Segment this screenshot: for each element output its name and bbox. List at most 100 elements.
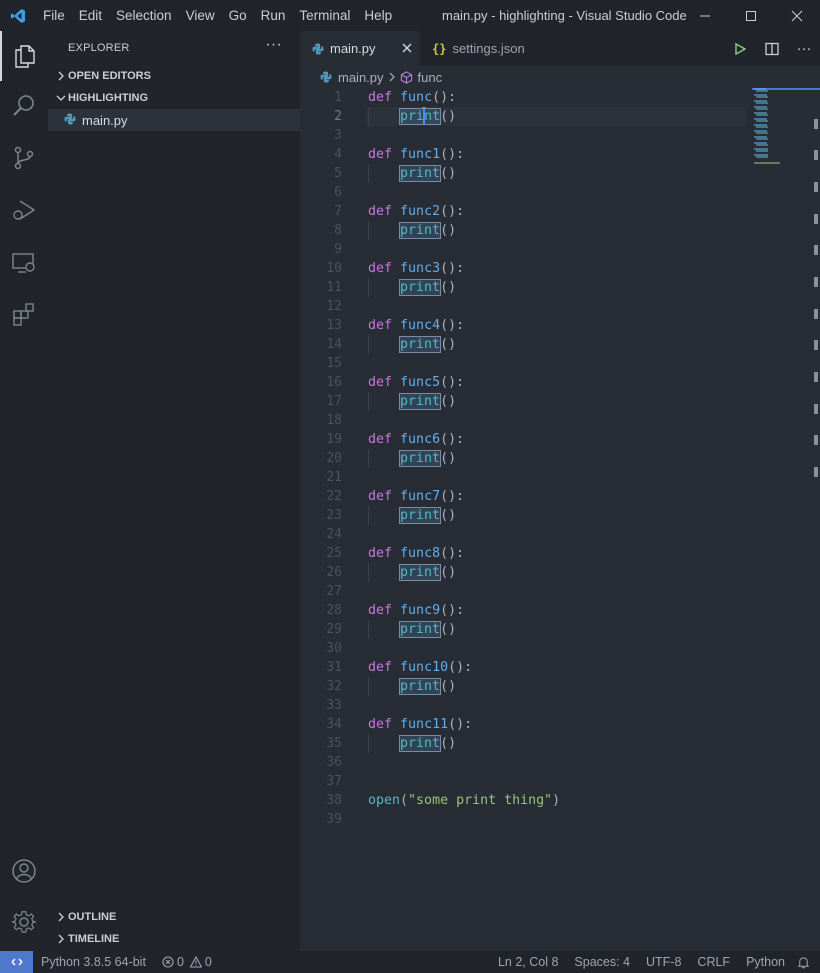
line-text: print()	[368, 677, 456, 696]
timeline-section[interactable]: TIMELINE	[48, 928, 300, 950]
line-number: 35	[326, 736, 342, 751]
line-text: def func1():	[368, 145, 464, 164]
code-line[interactable]: 33	[300, 696, 750, 715]
breadcrumb-symbol[interactable]: func	[418, 70, 443, 85]
code-line[interactable]: 9	[300, 240, 750, 259]
settings-gear-icon[interactable]	[0, 897, 48, 947]
vertical-scrollbar[interactable]	[806, 88, 820, 951]
code-line[interactable]: 5 print()	[300, 164, 750, 183]
code-line[interactable]: 16 def func5():	[300, 373, 750, 392]
encoding[interactable]: UTF-8	[638, 951, 689, 973]
code-line[interactable]: 39	[300, 810, 750, 829]
menu-file[interactable]: File	[36, 0, 72, 31]
code-line[interactable]: 6	[300, 183, 750, 202]
menu-view[interactable]: View	[179, 0, 222, 31]
line-text: print()	[368, 620, 456, 639]
code-line[interactable]: 29 print()	[300, 620, 750, 639]
indentation[interactable]: Spaces: 4	[566, 951, 638, 973]
menu-go[interactable]: Go	[222, 0, 254, 31]
code-line[interactable]: 15	[300, 354, 750, 373]
line-text: print()	[368, 278, 456, 297]
extensions-icon[interactable]	[0, 289, 48, 339]
search-icon[interactable]	[0, 81, 48, 131]
more-actions-icon[interactable]: ···	[265, 36, 282, 54]
code-line[interactable]: 28 def func9():	[300, 601, 750, 620]
minimap-line	[756, 90, 769, 92]
source-control-icon[interactable]	[0, 133, 48, 183]
tab-main-py[interactable]: main.py	[300, 31, 420, 66]
close-window-button[interactable]	[774, 0, 820, 31]
line-number: 2	[334, 109, 342, 124]
explorer-icon[interactable]	[0, 31, 48, 81]
code-line[interactable]: 7 def func2():	[300, 202, 750, 221]
code-line[interactable]: 20 print()	[300, 449, 750, 468]
code-line[interactable]: 13 def func4():	[300, 316, 750, 335]
code-editor[interactable]: 1 def func(): 2 print() 3 4 def func1(): 5 pri…	[300, 88, 820, 888]
chevron-right-icon	[54, 912, 68, 922]
line-number: 7	[334, 204, 342, 219]
code-line[interactable]: 11 print()	[300, 278, 750, 297]
code-line[interactable]: 36	[300, 753, 750, 772]
close-tab-icon[interactable]	[402, 40, 412, 56]
code-line[interactable]: 21	[300, 468, 750, 487]
menu-run[interactable]: Run	[254, 0, 293, 31]
code-line[interactable]: 4 def func1():	[300, 145, 750, 164]
outline-section[interactable]: OUTLINE	[48, 906, 300, 928]
code-line[interactable]: 3	[300, 126, 750, 145]
notifications-bell-icon[interactable]	[793, 956, 820, 969]
line-text: print()	[368, 734, 456, 753]
tab-settings-json[interactable]: {} settings.json	[420, 31, 548, 66]
code-line[interactable]: 18	[300, 411, 750, 430]
code-line[interactable]: 37	[300, 772, 750, 791]
more-actions-icon[interactable]: ···	[788, 31, 820, 66]
minimap[interactable]	[752, 88, 812, 168]
end-of-line[interactable]: CRLF	[689, 951, 738, 973]
menu-selection[interactable]: Selection	[109, 0, 179, 31]
remote-indicator-icon[interactable]	[0, 951, 33, 973]
punctuation: ()	[440, 280, 457, 295]
section-label: TIMELINE	[68, 933, 120, 945]
line-text: def func6():	[368, 430, 464, 449]
code-line[interactable]: 10 def func3():	[300, 259, 750, 278]
code-line[interactable]: 1 def func():	[300, 88, 750, 107]
code-line[interactable]: 38 open("some print thing")	[300, 791, 750, 810]
code-line[interactable]: 19 def func6():	[300, 430, 750, 449]
maximize-button[interactable]	[728, 0, 774, 31]
line-text: print()	[368, 506, 456, 525]
code-line[interactable]: 26 print()	[300, 563, 750, 582]
menu-edit[interactable]: Edit	[72, 0, 109, 31]
file-item-main-py[interactable]: main.py	[48, 109, 300, 131]
code-line[interactable]: 25 def func8():	[300, 544, 750, 563]
code-line[interactable]: 32 print()	[300, 677, 750, 696]
code-line[interactable]: 34 def func11():	[300, 715, 750, 734]
accounts-icon[interactable]	[0, 846, 48, 896]
split-editor-icon[interactable]	[756, 31, 788, 66]
folder-section-highlighting[interactable]: HIGHLIGHTING	[48, 87, 300, 109]
code-line[interactable]: 23 print()	[300, 506, 750, 525]
code-line[interactable]: 12	[300, 297, 750, 316]
breadcrumb-file[interactable]: main.py	[338, 70, 384, 85]
code-line[interactable]: 17 print()	[300, 392, 750, 411]
open-editors-section[interactable]: OPEN EDITORS	[48, 65, 300, 87]
cursor-position[interactable]: Ln 2, Col 8	[490, 951, 566, 973]
line-number: 28	[326, 603, 342, 618]
code-line[interactable]: 22 def func7():	[300, 487, 750, 506]
code-line[interactable]: 27	[300, 582, 750, 601]
code-line[interactable]: 31 def func10():	[300, 658, 750, 677]
language-mode[interactable]: Python	[738, 951, 793, 973]
python-interpreter[interactable]: Python 3.8.5 64-bit	[33, 951, 154, 973]
code-line[interactable]: 24	[300, 525, 750, 544]
remote-explorer-icon[interactable]	[0, 238, 48, 288]
code-line[interactable]: 30	[300, 639, 750, 658]
problems-indicator[interactable]: 0 0	[154, 951, 220, 973]
scrollbar-occurrence-marker	[814, 118, 818, 129]
code-line[interactable]: 8 print()	[300, 221, 750, 240]
run-python-file-icon[interactable]	[724, 31, 756, 66]
code-line[interactable]: 2 print()	[300, 107, 750, 126]
run-debug-icon[interactable]	[0, 185, 48, 235]
builtin-print-occurrence: print	[399, 393, 442, 410]
code-line[interactable]: 14 print()	[300, 335, 750, 354]
menu-terminal[interactable]: Terminal	[292, 0, 357, 31]
minimize-button[interactable]	[682, 0, 728, 31]
code-line[interactable]: 35 print()	[300, 734, 750, 753]
